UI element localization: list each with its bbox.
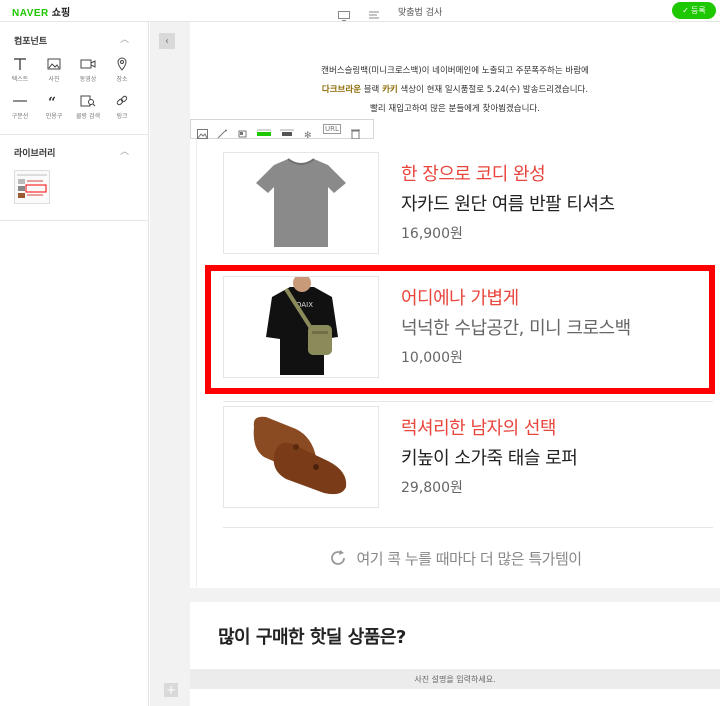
document-align-icon[interactable]: [368, 6, 380, 19]
product-price: 29,800원: [401, 480, 463, 496]
product-item[interactable]: 한 장으로 코디 완성 자카드 원단 여름 반팔 티셔츠 16,900원: [223, 152, 713, 257]
photo-icon: [47, 58, 61, 70]
shopping-logo-text: 쇼핑: [51, 8, 71, 19]
chevron-up-icon[interactable]: ︿: [120, 32, 129, 45]
sticker-icon[interactable]: ✻: [303, 124, 314, 141]
library-title: 라이브러리: [14, 149, 56, 159]
plus-icon: +: [165, 683, 177, 697]
tool-label: 장소: [116, 76, 128, 83]
separator: [223, 401, 713, 402]
product-search-icon: [80, 95, 96, 107]
align-inset-icon[interactable]: [280, 124, 294, 136]
magic-wand-icon[interactable]: [217, 124, 228, 139]
tool-place[interactable]: 장소: [109, 57, 135, 83]
product-item[interactable]: 럭셔리한 남자의 선택 키높이 소가죽 태슬 로퍼 29,800원: [223, 406, 713, 511]
photo-caption-input[interactable]: 사진 설명을 입력하세요.: [190, 669, 720, 689]
tool-label: 텍스트: [11, 76, 29, 83]
intro-text: 블랙: [361, 85, 383, 95]
brand-logo[interactable]: NAVER 쇼핑: [12, 4, 70, 19]
component-sidebar: 컴포넌트 ︿ 텍스트 사진 동영상 장소 구분선 “ 인용구 쿨랑 검색 링크 …: [0, 22, 149, 706]
color-highlight: 다크브라운: [321, 85, 362, 95]
register-label: 등록: [690, 6, 706, 15]
product-thumbnail-loafer: [223, 406, 379, 508]
register-button[interactable]: ✓ 등록: [672, 2, 716, 19]
intro-line: 다크브라운 블랙 카키 색상이 현재 일시품절로 5.24(수) 발송드리겠습니…: [190, 81, 720, 100]
intro-line: 캔버스슬링백(미니크로스백)이 네이버메인에 노출되고 주문폭주하는 바람에: [321, 66, 589, 76]
top-center-tools: 맞춤법 검사: [338, 3, 442, 21]
tool-text[interactable]: 텍스트: [7, 57, 33, 83]
collapse-sidebar-button[interactable]: ‹: [159, 33, 175, 49]
separator: [223, 527, 713, 528]
text-icon: [14, 58, 26, 70]
chevron-up-icon[interactable]: ︿: [120, 144, 129, 157]
crop-icon[interactable]: [237, 124, 248, 138]
image-toolbar: ✻ URL: [190, 119, 374, 141]
tool-quote[interactable]: “ 인용구: [41, 94, 67, 120]
tool-label: 사진: [48, 76, 60, 83]
svg-text:“: “: [48, 95, 56, 108]
product-name: 키높이 소가죽 태슬 로퍼: [401, 448, 578, 469]
section-gap: [150, 588, 720, 602]
trash-icon[interactable]: [350, 124, 361, 140]
components-title: 컴포넌트: [14, 37, 48, 47]
tool-label: 인용구: [45, 113, 63, 120]
library-thumbnail[interactable]: [14, 170, 50, 204]
tool-video[interactable]: 동영상: [75, 57, 101, 83]
image-icon[interactable]: [197, 124, 208, 139]
align-full-icon[interactable]: [257, 124, 271, 136]
more-deals-text: 여기 콕 누를 때마다 더 많은 특가템이: [356, 549, 582, 568]
top-bar: NAVER 쇼핑 맞춤법 검사 ✓ 등록: [0, 0, 720, 22]
naver-logo-text: NAVER: [12, 8, 49, 19]
divider-line-icon: [13, 100, 27, 102]
place-icon: [117, 57, 127, 71]
tool-link[interactable]: 링크: [109, 94, 135, 120]
product-price: 16,900원: [401, 226, 463, 242]
url-button[interactable]: URL: [323, 124, 341, 134]
add-component-button[interactable]: +: [164, 683, 178, 697]
highlight-box: [205, 265, 715, 394]
product-headline: 럭셔리한 남자의 선택: [401, 418, 556, 439]
sidebar-divider: [0, 134, 149, 135]
refresh-icon: [331, 550, 346, 565]
tool-divider[interactable]: 구분선: [7, 94, 33, 120]
product-headline: 한 장으로 코디 완성: [401, 164, 546, 185]
tool-photo[interactable]: 사진: [41, 57, 67, 83]
tool-product-search[interactable]: 쿨랑 검색: [75, 94, 101, 120]
quote-icon: “: [48, 95, 56, 108]
check-icon: ✓: [682, 6, 689, 15]
intro-paragraph[interactable]: 캔버스슬링백(미니크로스백)이 네이버메인에 노출되고 주문폭주하는 바람에 다…: [190, 62, 720, 119]
link-icon: [116, 95, 128, 106]
intro-text: 색상이 현재 일시품절로 5.24(수) 발송드리겠습니다.: [397, 85, 589, 95]
video-icon: [80, 59, 96, 69]
svg-text:✻: ✻: [304, 131, 312, 139]
monitor-icon[interactable]: [338, 6, 350, 21]
color-highlight: 카키: [382, 85, 398, 95]
hot-deal-heading[interactable]: 많이 구매한 핫딜 상품은?: [218, 623, 406, 649]
intro-line: 빨리 재입고하여 많은 분들에게 찾아뵙겠습니다.: [370, 104, 540, 114]
product-name: 자카드 원단 여름 반팔 티셔츠: [401, 194, 615, 215]
more-deals-link[interactable]: 여기 콕 누를 때마다 더 많은 특가템이: [190, 546, 720, 570]
tool-label: 쿨랑 검색: [76, 113, 100, 120]
spell-check-button[interactable]: 맞춤법 검사: [398, 5, 442, 18]
tool-label: 동영상: [79, 76, 97, 83]
product-thumbnail-tshirt: [223, 152, 379, 254]
chevron-left-icon: ‹: [165, 35, 169, 47]
sidebar-divider: [0, 220, 149, 221]
tool-label: 구분선: [11, 113, 29, 120]
tool-label: 링크: [116, 113, 128, 120]
